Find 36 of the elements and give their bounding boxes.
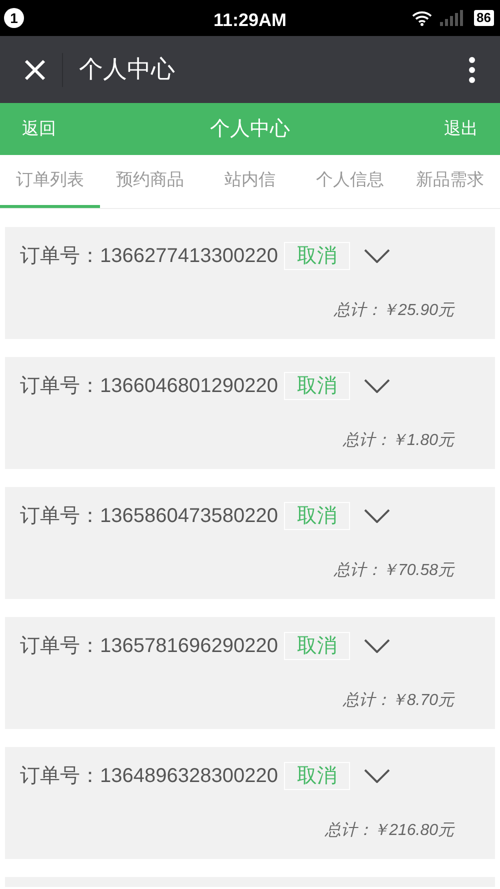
order-number: 订单号：1366046801290220 bbox=[20, 374, 278, 399]
cancel-button[interactable]: 取消 bbox=[284, 762, 350, 790]
signal-icon bbox=[440, 10, 466, 26]
chevron-down-icon[interactable] bbox=[364, 509, 390, 523]
tab[interactable]: 站内信 bbox=[200, 155, 300, 208]
order-total: 总计：￥216.80元 bbox=[325, 822, 454, 839]
cancel-button[interactable]: 取消 bbox=[284, 502, 350, 530]
tab[interactable]: 个人信息 bbox=[300, 155, 400, 208]
cancel-button[interactable]: 取消 bbox=[284, 242, 350, 270]
wifi-icon bbox=[412, 10, 432, 26]
order-number: 订单号：1364896328300220 bbox=[20, 764, 278, 789]
window-title: 个人中心 bbox=[79, 54, 175, 84]
back-link[interactable]: 返回 bbox=[22, 116, 56, 142]
notification-badge: 1 bbox=[4, 8, 24, 28]
order-number: 订单号：1365781696290220 bbox=[20, 634, 278, 659]
chevron-down-icon[interactable] bbox=[364, 769, 390, 783]
order-total: 总计：￥8.70元 bbox=[342, 692, 454, 709]
battery-level: 86 bbox=[474, 10, 494, 26]
close-icon[interactable] bbox=[24, 58, 46, 80]
cancel-button[interactable]: 取消 bbox=[284, 632, 350, 660]
tab[interactable]: 新品需求 bbox=[400, 155, 500, 208]
cancel-button[interactable]: 取消 bbox=[284, 372, 350, 400]
order-total: 总计：￥70.58元 bbox=[334, 562, 454, 579]
order-total: 总计：￥25.90元 bbox=[334, 302, 454, 319]
tab[interactable]: 订单列表 bbox=[0, 155, 100, 208]
clock: 11:29AM bbox=[213, 9, 287, 32]
chevron-down-icon[interactable] bbox=[364, 379, 390, 393]
page-title: 个人中心 bbox=[210, 117, 290, 142]
chevron-down-icon[interactable] bbox=[364, 639, 390, 653]
logout-link[interactable]: 退出 bbox=[444, 116, 478, 142]
tab[interactable]: 预约商品 bbox=[100, 155, 200, 208]
more-icon[interactable] bbox=[468, 56, 476, 84]
order-total: 总计：￥1.80元 bbox=[342, 432, 454, 449]
order-number: 订单号：1365860473580220 bbox=[20, 504, 278, 529]
order-number: 订单号：1366277413300220 bbox=[20, 244, 278, 269]
chevron-down-icon[interactable] bbox=[364, 249, 390, 263]
